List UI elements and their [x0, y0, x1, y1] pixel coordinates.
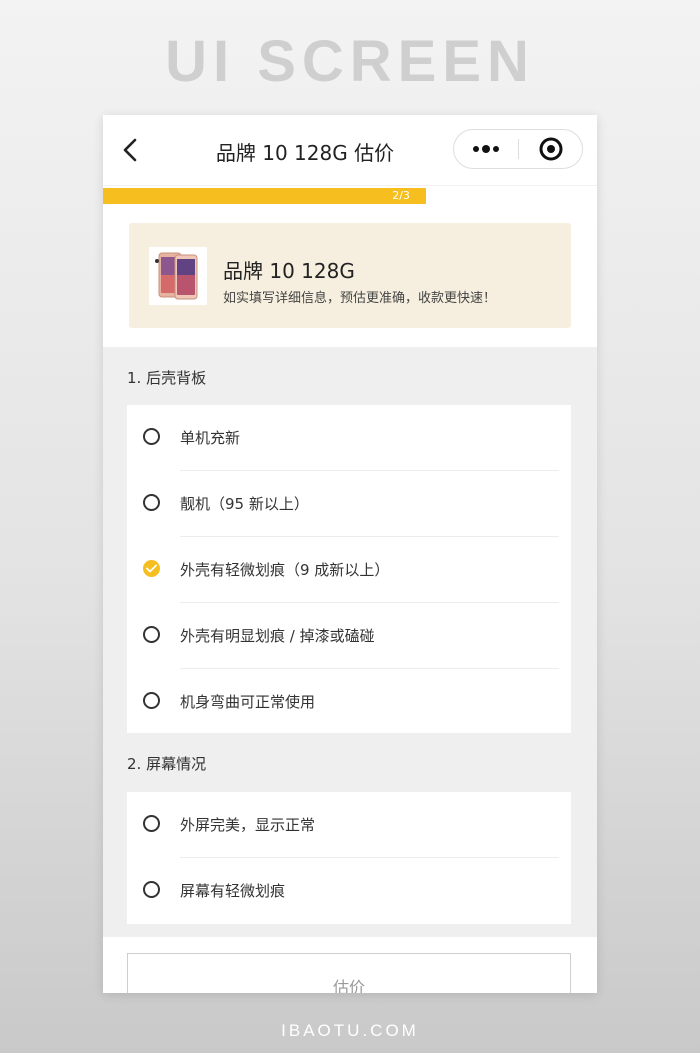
radio-button[interactable]	[143, 815, 160, 832]
option-card-screen: 外屏完美，显示正常 屏幕有轻微划痕	[127, 792, 571, 924]
product-card: 品牌 10 128G 如实填写详细信息，预估更准确，收款更快速！	[129, 223, 571, 328]
bottom-bar: 估价	[103, 937, 597, 993]
option-item[interactable]: 外壳有轻微划痕（9 成新以上）	[127, 537, 571, 603]
checkmark-icon	[146, 564, 157, 573]
target-close-icon	[539, 137, 563, 161]
option-item[interactable]: 靓机（95 新以上）	[127, 471, 571, 537]
phone-image	[155, 252, 198, 300]
progress-text: 2/3	[392, 189, 410, 202]
product-name: 品牌 10 128G	[223, 259, 355, 283]
radio-button[interactable]	[143, 626, 160, 643]
section-title-back-shell: 1. 后壳背板	[127, 369, 207, 387]
radio-button[interactable]	[143, 881, 160, 898]
showcase-headline: UI SCREEN	[165, 29, 535, 94]
radio-button[interactable]	[143, 428, 160, 445]
product-tip: 如实填写详细信息，预估更准确，收款更快速！	[223, 291, 497, 306]
more-dots-icon	[473, 145, 499, 153]
option-item[interactable]: 外壳有明显划痕 / 掉漆或磕碰	[127, 603, 571, 669]
mini-program-capsule	[453, 129, 583, 169]
option-item[interactable]: 机身弯曲可正常使用	[127, 669, 571, 735]
option-item[interactable]: 屏幕有轻微划痕	[127, 858, 571, 924]
product-thumbnail	[149, 247, 207, 305]
chevron-left-icon	[123, 138, 137, 162]
progress-fill: 2/3	[103, 188, 426, 204]
option-item[interactable]: 单机充新	[127, 405, 571, 471]
radio-button[interactable]	[143, 494, 160, 511]
option-label: 机身弯曲可正常使用	[180, 693, 316, 711]
option-label: 外壳有轻微划痕（9 成新以上）	[180, 561, 390, 579]
footer-brand: IBAOTU.COM	[281, 1021, 419, 1040]
option-label: 外屏完美，显示正常	[180, 816, 316, 834]
back-button[interactable]	[119, 135, 143, 165]
option-label: 屏幕有轻微划痕	[180, 882, 286, 900]
option-item[interactable]: 外屏完美，显示正常	[127, 792, 571, 858]
progress-bar: 2/3	[103, 185, 597, 216]
navbar: 品牌 10 128G 估价	[103, 115, 597, 185]
more-button[interactable]	[454, 130, 518, 168]
phone-screen: 品牌 10 128G 估价 2/3 品牌 10 128G 如实填写详细信息，预估…	[103, 115, 597, 993]
page-title: 品牌 10 128G 估价	[215, 141, 395, 165]
product-summary: 品牌 10 128G 如实填写详细信息，预估更准确，收款更快速！	[103, 215, 597, 347]
option-card-back-shell: 单机充新 靓机（95 新以上） 外壳有轻微划痕（9 成新以上） 外壳有明显划痕 …	[127, 405, 571, 733]
option-label: 外壳有明显划痕 / 掉漆或磕碰	[180, 627, 375, 645]
estimate-button[interactable]: 估价	[127, 953, 571, 993]
radio-button[interactable]	[143, 692, 160, 709]
close-button[interactable]	[519, 130, 583, 168]
option-label: 单机充新	[180, 429, 241, 447]
radio-button-checked[interactable]	[143, 560, 160, 577]
option-label: 靓机（95 新以上）	[180, 495, 309, 513]
section-title-screen: 2. 屏幕情况	[127, 755, 207, 773]
